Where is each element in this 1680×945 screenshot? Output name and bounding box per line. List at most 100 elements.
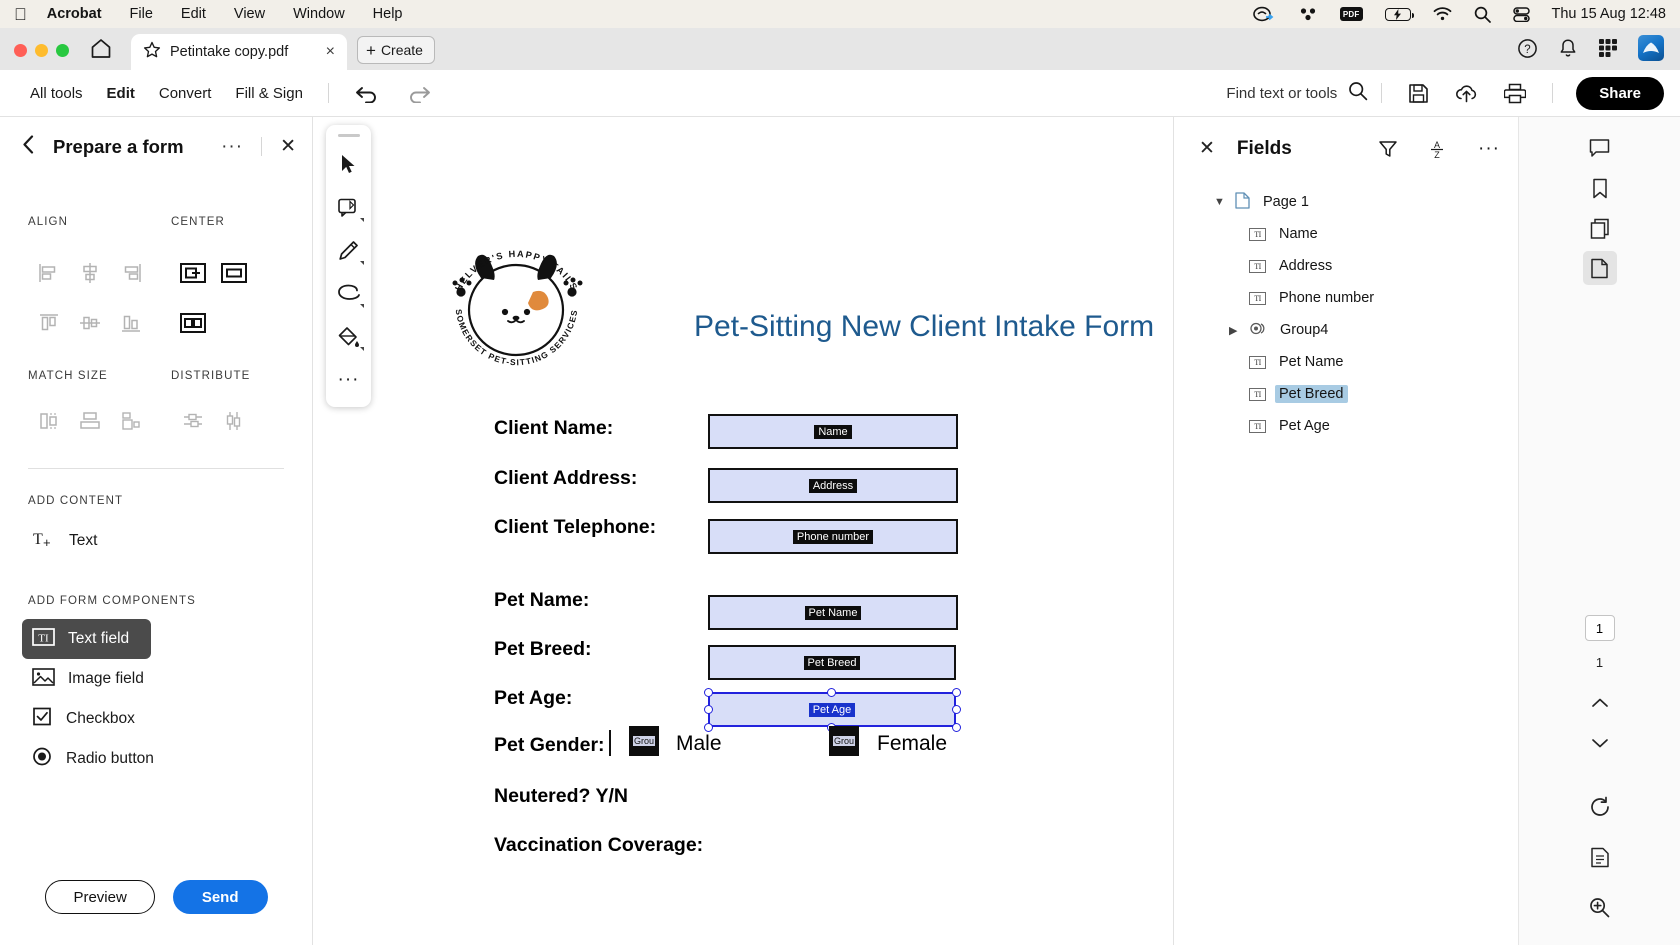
comment-box-icon[interactable] [330, 186, 368, 229]
cloud-sync-icon[interactable] [1252, 6, 1276, 23]
menu-acrobat[interactable]: Acrobat [47, 6, 102, 22]
select-arrow-icon[interactable] [330, 143, 368, 186]
draw-pen-icon[interactable] [330, 229, 368, 272]
minimize-window-button[interactable] [35, 44, 48, 57]
resize-handle-top-right[interactable] [952, 688, 961, 697]
apps-grid-icon[interactable] [1598, 38, 1618, 58]
create-button[interactable]: + Create [357, 36, 435, 64]
resize-handle-middle-left[interactable] [704, 705, 713, 714]
align-bottom-icon[interactable] [110, 298, 151, 348]
toolbar-convert[interactable]: Convert [147, 79, 224, 108]
chevron-down-icon[interactable] [1583, 726, 1617, 760]
chevron-down-icon[interactable]: ▼ [1214, 196, 1226, 208]
page-thumbnails-icon[interactable] [1582, 251, 1617, 285]
align-middle-vertical-icon[interactable] [69, 298, 110, 348]
send-button[interactable]: Send [172, 880, 268, 914]
pdf-canvas[interactable]: HELVER'S HAPPY TAILS SOMERSET PET-SITTIN… [384, 117, 1173, 945]
chevron-right-icon[interactable]: ▶ [1229, 324, 1241, 337]
align-center-horizontal-icon[interactable] [69, 248, 110, 298]
highlight-oval-icon[interactable] [330, 272, 368, 315]
maximize-window-button[interactable] [56, 44, 69, 57]
undo-icon[interactable] [355, 84, 380, 103]
apple-menu-icon[interactable]:  [14, 6, 27, 23]
menubar-clock[interactable]: Thu 15 Aug 12:48 [1552, 6, 1667, 22]
resize-handle-top-center[interactable] [827, 688, 836, 697]
radio-group-chip-male[interactable]: Grou [629, 726, 659, 756]
component-checkbox[interactable]: Checkbox [22, 699, 145, 739]
match-width-icon[interactable] [69, 396, 110, 446]
match-both-icon[interactable] [110, 396, 151, 446]
acrobat-logo-icon[interactable] [1638, 35, 1664, 61]
fit-page-icon[interactable] [1583, 840, 1617, 874]
resize-handle-bottom-left[interactable] [704, 723, 713, 732]
form-field-pet-age-selected[interactable]: Pet Age [708, 692, 956, 727]
close-icon[interactable]: ✕ [280, 135, 296, 158]
form-field-name[interactable]: Name [708, 414, 958, 449]
close-tab-icon[interactable]: × [324, 43, 337, 61]
copy-pages-icon[interactable] [1583, 211, 1617, 245]
more-options-icon[interactable]: ··· [221, 136, 243, 158]
tree-node-pet-breed[interactable]: TI Pet Breed [1174, 378, 1518, 410]
component-text-field[interactable]: TI Text field [22, 619, 152, 659]
upload-cloud-icon[interactable] [1455, 83, 1478, 103]
search-icon[interactable] [1348, 81, 1368, 105]
component-image-field[interactable]: Image field [22, 659, 154, 699]
tree-node-pet-name[interactable]: TI Pet Name [1174, 346, 1518, 378]
comment-icon[interactable] [1583, 131, 1617, 165]
tree-node-phone-number[interactable]: TI Phone number [1174, 282, 1518, 314]
bookmark-icon[interactable] [1583, 171, 1617, 205]
find-text-or-tools[interactable]: Find text or tools [1226, 81, 1368, 105]
menu-edit[interactable]: Edit [181, 6, 206, 22]
redo-icon[interactable] [406, 84, 431, 103]
notifications-bell-icon[interactable] [1558, 38, 1578, 59]
more-tools-icon[interactable]: ··· [330, 358, 368, 401]
align-left-icon[interactable] [28, 248, 69, 298]
component-radio-button[interactable]: Radio button [22, 739, 164, 779]
home-icon[interactable] [87, 34, 115, 62]
toolbar-fill-and-sign[interactable]: Fill & Sign [223, 79, 315, 108]
tree-node-page-1[interactable]: ▼ Page 1 [1174, 186, 1518, 218]
dropbox-icon[interactable] [1298, 6, 1318, 22]
center-both-icon[interactable] [172, 298, 213, 348]
form-field-pet-breed[interactable]: Pet Breed [708, 645, 956, 680]
center-vertically-icon[interactable] [172, 248, 213, 298]
tree-node-address[interactable]: TI Address [1174, 250, 1518, 282]
document-tab[interactable]: Petintake copy.pdf × [131, 34, 347, 70]
pdf-icon[interactable]: PDF [1339, 7, 1363, 21]
star-icon[interactable] [143, 41, 161, 63]
current-page-box[interactable]: 1 [1584, 615, 1615, 641]
control-center-icon[interactable] [1512, 6, 1530, 22]
fill-color-icon[interactable] [330, 315, 368, 358]
form-field-address[interactable]: Address [708, 468, 958, 503]
toolbar-all-tools[interactable]: All tools [18, 79, 95, 108]
filter-icon[interactable] [1378, 139, 1398, 159]
align-top-icon[interactable] [28, 298, 69, 348]
close-window-button[interactable] [14, 44, 27, 57]
save-icon[interactable] [1408, 83, 1429, 104]
sort-az-icon[interactable]: AZ [1428, 139, 1448, 159]
tree-node-group4[interactable]: ▶ Group4 [1174, 314, 1518, 346]
spotlight-search-icon[interactable] [1474, 6, 1491, 23]
align-right-icon[interactable] [110, 248, 151, 298]
resize-handle-top-left[interactable] [704, 688, 713, 697]
toolbar-edit[interactable]: Edit [95, 79, 147, 120]
tree-node-pet-age[interactable]: TI Pet Age [1174, 410, 1518, 442]
center-horizontally-icon[interactable] [213, 248, 254, 298]
rotate-icon[interactable] [1583, 790, 1617, 824]
share-button[interactable]: Share [1576, 76, 1664, 110]
menu-file[interactable]: File [130, 6, 153, 22]
radio-group-chip-female[interactable]: Grou [829, 726, 859, 756]
resize-handle-bottom-right[interactable] [952, 723, 961, 732]
panel-back-icon[interactable] [22, 135, 35, 158]
distribute-vertical-icon[interactable] [213, 396, 254, 446]
menu-view[interactable]: View [234, 6, 265, 22]
form-field-pet-name[interactable]: Pet Name [708, 595, 958, 630]
tree-node-name[interactable]: TI Name [1174, 218, 1518, 250]
distribute-horizontal-icon[interactable] [172, 396, 213, 446]
close-icon[interactable]: ✕ [1199, 137, 1215, 160]
add-text-button[interactable]: T + Text [22, 521, 107, 561]
help-icon[interactable]: ? [1517, 38, 1538, 59]
more-options-icon[interactable]: ··· [1478, 138, 1500, 160]
wifi-icon[interactable] [1433, 7, 1452, 21]
print-icon[interactable] [1504, 83, 1527, 104]
